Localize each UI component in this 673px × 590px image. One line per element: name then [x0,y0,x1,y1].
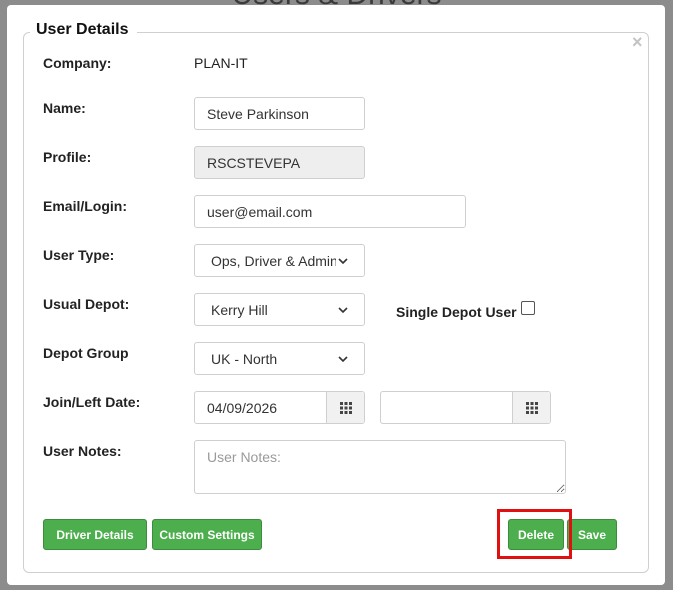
name-input[interactable] [194,97,365,130]
user-type-selected: Ops, Driver & Admin [211,252,336,269]
fieldset-legend: User Details [30,21,137,39]
depot-group-label: Depot Group [43,345,129,361]
name-label: Name: [43,100,86,116]
join-date-input[interactable]: 04/09/2026 [195,392,326,423]
left-date-calendar-button[interactable] [512,392,550,423]
chevron-down-icon [338,355,348,362]
single-depot-label: Single Depot User [396,304,517,320]
profile-input [194,146,365,179]
usual-depot-selected: Kerry Hill [211,301,268,318]
chevron-down-icon [338,257,348,264]
depot-group-select[interactable]: UK - North [194,342,365,375]
left-date-input[interactable] [381,392,512,423]
depot-group-selected: UK - North [211,350,278,367]
left-date-picker [380,391,551,424]
email-label: Email/Login: [43,198,127,214]
profile-label: Profile: [43,149,92,165]
usual-depot-label: Usual Depot: [43,296,130,312]
close-icon[interactable]: × [632,33,643,51]
user-notes-textarea[interactable] [194,440,566,494]
grid-calendar-icon [339,401,352,414]
usual-depot-select[interactable]: Kerry Hill [194,293,365,326]
save-button[interactable]: Save [567,519,617,550]
company-value: PLAN-IT [194,55,248,71]
join-date-picker: 04/09/2026 [194,391,365,424]
delete-highlight-box [497,509,572,559]
grid-calendar-icon [525,401,538,414]
driver-details-button[interactable]: Driver Details [43,519,147,550]
chevron-down-icon [338,306,348,313]
join-date-calendar-button[interactable] [326,392,364,423]
user-type-label: User Type: [43,247,115,263]
custom-settings-button[interactable]: Custom Settings [152,519,262,550]
email-input[interactable] [194,195,466,228]
company-label: Company: [43,55,112,71]
user-notes-label: User Notes: [43,443,122,459]
user-type-select[interactable]: Ops, Driver & Admin [194,244,365,277]
join-left-date-label: Join/Left Date: [43,394,141,410]
single-depot-checkbox[interactable] [521,301,535,315]
